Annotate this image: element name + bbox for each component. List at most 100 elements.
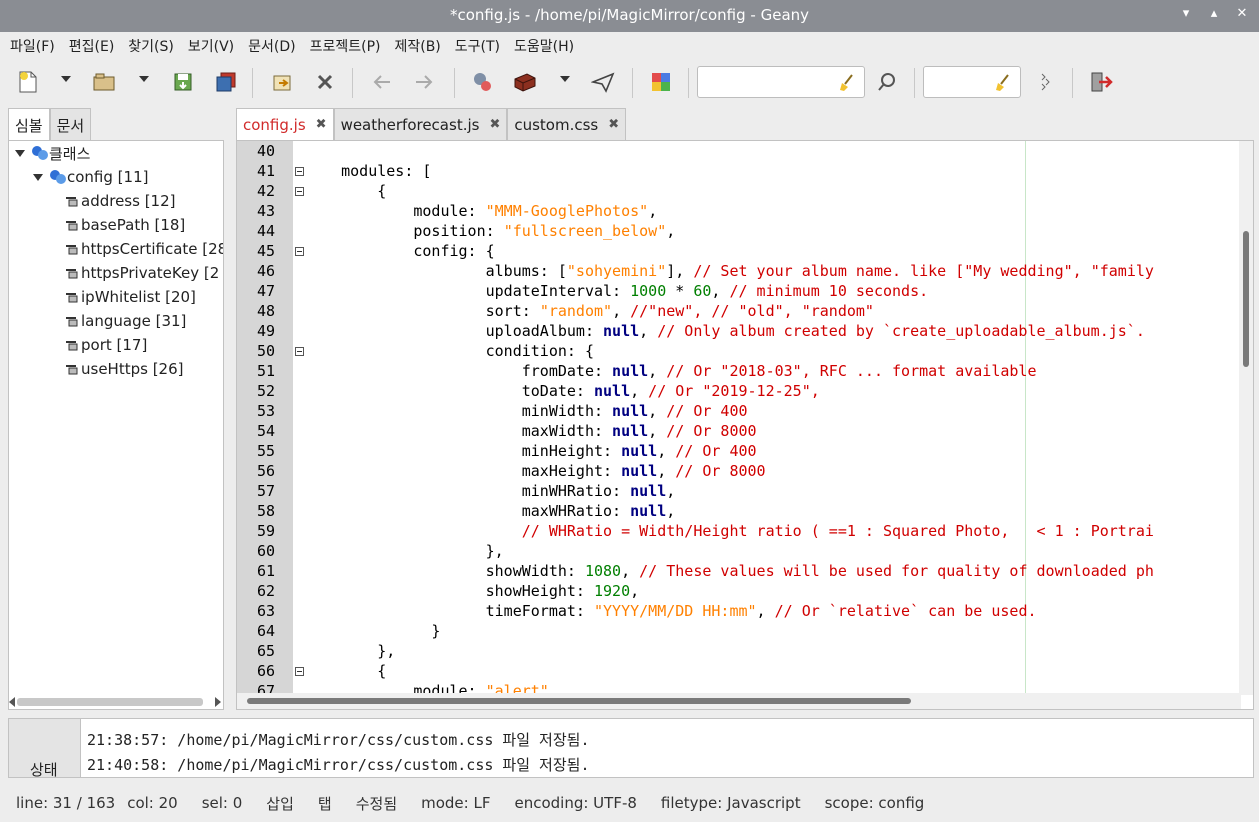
tab-documents[interactable]: 문서 — [49, 108, 92, 140]
save-icon[interactable] — [169, 68, 197, 96]
fold-marker-icon[interactable] — [295, 167, 304, 176]
line-number: 41 — [256, 162, 275, 180]
line-number: 66 — [256, 662, 275, 680]
menu-search[interactable]: 찾기(S) — [128, 36, 174, 56]
menu-help[interactable]: 도움말(H) — [514, 36, 574, 56]
scroll-thumb[interactable] — [247, 698, 911, 704]
line-number: 59 — [256, 522, 275, 540]
save-all-icon[interactable] — [212, 68, 240, 96]
tree-node-classes[interactable]: 클래스 — [15, 141, 90, 165]
tree-node-config[interactable]: config [11] — [33, 165, 148, 189]
line-number: 61 — [256, 562, 275, 580]
line-number: 63 — [256, 602, 275, 620]
quit-icon[interactable] — [1087, 68, 1115, 96]
tree-label-classes: 클래스 — [49, 144, 91, 163]
build-icon[interactable] — [511, 68, 539, 96]
line-number: 52 — [256, 382, 275, 400]
code-line: minWHRatio: null, — [305, 482, 676, 500]
close-tab-icon[interactable]: ✖ — [489, 117, 500, 132]
expander-icon[interactable] — [33, 173, 43, 181]
editor-hscrollbar[interactable] — [237, 693, 1241, 709]
menu-file[interactable]: 파일(F) — [10, 36, 55, 56]
line-number: 53 — [256, 402, 275, 420]
member-icon — [66, 365, 78, 375]
tree-item[interactable]: httpsCertificate [28 — [63, 237, 223, 261]
tree-item[interactable]: ipWhitelist [20] — [63, 285, 196, 309]
menu-edit[interactable]: 편집(E) — [69, 36, 115, 56]
status-modified: 수정됨 — [355, 794, 398, 813]
new-file-dropdown[interactable] — [61, 76, 71, 82]
navigate-forward-icon[interactable] — [410, 68, 438, 96]
code-line: { — [305, 662, 387, 680]
open-file-icon[interactable] — [90, 68, 118, 96]
chevron-up-icon[interactable]: ▴ — [1207, 6, 1221, 21]
goto-line-icon[interactable] — [1031, 68, 1059, 96]
chevron-down-icon[interactable]: ▾ — [1179, 6, 1193, 21]
sidebar-hscrollbar[interactable] — [17, 698, 203, 706]
close-file-icon[interactable] — [311, 68, 339, 96]
scroll-left-icon[interactable] — [9, 697, 15, 707]
close-icon[interactable]: ✕ — [1235, 6, 1249, 21]
tree-item[interactable]: language [31] — [63, 309, 186, 333]
close-tab-icon[interactable]: ✖ — [608, 117, 619, 132]
goto-line-input[interactable] — [923, 66, 1021, 98]
line-number: 58 — [256, 502, 275, 520]
tab-label: config.js — [243, 115, 306, 134]
scroll-thumb[interactable] — [1243, 231, 1249, 367]
editor-vscrollbar[interactable] — [1239, 141, 1253, 695]
menu-view[interactable]: 보기(V) — [188, 36, 234, 56]
clear-goto-icon — [996, 74, 1009, 91]
search-icon[interactable] — [873, 68, 901, 96]
revert-icon[interactable] — [268, 68, 296, 96]
tab-symbols[interactable]: 심볼 — [8, 108, 50, 140]
code-line: maxWHRatio: null, — [305, 502, 676, 520]
expander-icon[interactable] — [15, 149, 25, 157]
code-line: { — [305, 182, 387, 200]
color-chooser-icon[interactable] — [647, 68, 675, 96]
code-line: sort: "random", //"new", // "old", "rand… — [305, 302, 874, 320]
fold-marker-icon[interactable] — [295, 187, 304, 196]
close-tab-icon[interactable]: ✖ — [316, 117, 327, 132]
line-number: 57 — [256, 482, 275, 500]
build-dropdown[interactable] — [560, 76, 570, 82]
code-line: condition: { — [305, 342, 594, 360]
open-file-dropdown[interactable] — [139, 76, 149, 82]
tree-item[interactable]: basePath [18] — [63, 213, 185, 237]
menu-tools[interactable]: 도구(T) — [455, 36, 500, 56]
log-line: 21:40:58: /home/pi/MagicMirror/css/custo… — [87, 756, 590, 774]
scroll-right-icon[interactable] — [215, 697, 221, 707]
code-editor[interactable]: 40 41 42 43 44 45 46 47 48 49 50 51 52 5… — [236, 140, 1254, 710]
member-icon — [66, 269, 78, 279]
sidebar-tabs: 심볼 문서 — [8, 108, 92, 140]
compile-icon[interactable] — [469, 68, 497, 96]
line-number: 55 — [256, 442, 275, 460]
menu-project[interactable]: 프로젝트(P) — [310, 36, 381, 56]
tree-item[interactable]: useHttps [26] — [63, 357, 184, 381]
navigate-back-icon[interactable] — [368, 68, 396, 96]
tab-custom-css[interactable]: custom.css ✖ — [507, 108, 627, 140]
tree-item-label: httpsPrivateKey [2 — [81, 264, 220, 282]
fold-marker-icon[interactable] — [295, 667, 304, 676]
fold-marker-icon[interactable] — [295, 247, 304, 256]
tree-item[interactable]: address [12] — [63, 189, 176, 213]
fold-marker-icon[interactable] — [295, 347, 304, 356]
status-indent: 탭 — [317, 794, 332, 813]
tab-config-js[interactable]: config.js ✖ — [236, 108, 334, 140]
status-tab[interactable]: 상태 — [8, 718, 80, 779]
line-number: 46 — [256, 262, 275, 280]
tree-item[interactable]: httpsPrivateKey [2 — [63, 261, 219, 285]
status-insert-mode: 삽입 — [266, 794, 294, 813]
new-file-icon[interactable] — [14, 68, 42, 96]
line-number-gutter: 40 41 42 43 44 45 46 47 48 49 50 51 52 5… — [237, 141, 293, 700]
code-line: }, — [305, 642, 396, 660]
tab-weatherforecast-js[interactable]: weatherforecast.js ✖ — [333, 108, 508, 140]
execute-icon[interactable] — [589, 68, 617, 96]
status-filetype: filetype: Javascript — [660, 794, 801, 812]
tree-item[interactable]: port [17] — [63, 333, 147, 357]
menu-document[interactable]: 문서(D) — [248, 36, 295, 56]
menu-build[interactable]: 제작(B) — [394, 36, 440, 56]
code-line: // WHRatio = Width/Height ratio ( ==1 : … — [521, 522, 1154, 540]
code-line: uploadAlbum: null, // Only album created… — [305, 322, 1145, 340]
tree-label-config: config [11] — [67, 168, 149, 186]
search-input[interactable] — [697, 66, 865, 98]
